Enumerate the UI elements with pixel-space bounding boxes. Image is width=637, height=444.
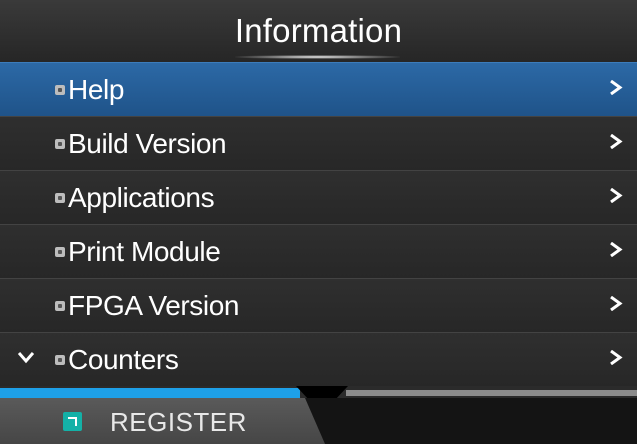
menu-item-label: Applications [68,182,215,213]
progress-track [346,390,637,396]
chevron-right-icon [610,188,623,203]
menu-item-fpga-version[interactable]: FPGA Version [0,278,637,332]
information-menu: Help Build Version Applications Print Mo… [0,62,637,386]
register-icon [63,412,82,431]
menu-item-counters[interactable]: Counters [0,332,637,386]
menu-item-label: Counters [68,344,179,375]
menu-item-applications[interactable]: Applications [0,170,637,224]
item-icon [55,301,65,311]
menu-item-label: Build Version [68,128,227,159]
chevron-down-icon [18,352,34,364]
menu-item-print-module[interactable]: Print Module [0,224,637,278]
page-title: Information [234,12,403,49]
item-icon [55,193,65,203]
register-label: REGISTER [110,407,247,437]
menu-item-label: Help [68,74,124,105]
item-icon [55,139,65,149]
chevron-right-icon [610,242,623,257]
progress-indicator [0,388,300,398]
chevron-right-icon [610,80,623,95]
header: Information [0,0,637,62]
chevron-right-icon [610,350,623,365]
menu-item-build-version[interactable]: Build Version [0,116,637,170]
item-icon [55,85,65,95]
item-icon [55,247,65,257]
item-icon [55,355,65,365]
chevron-right-icon [610,134,623,149]
menu-item-label: Print Module [68,236,221,267]
register-button[interactable]: REGISTER [0,398,325,444]
bottom-bar: REGISTER [0,398,637,444]
chevron-right-icon [610,296,623,311]
title-underline-glow [235,55,400,59]
menu-item-help[interactable]: Help [0,62,637,116]
menu-item-label: FPGA Version [68,290,240,321]
information-screen: Information Help Build Version Applicati… [0,0,637,444]
